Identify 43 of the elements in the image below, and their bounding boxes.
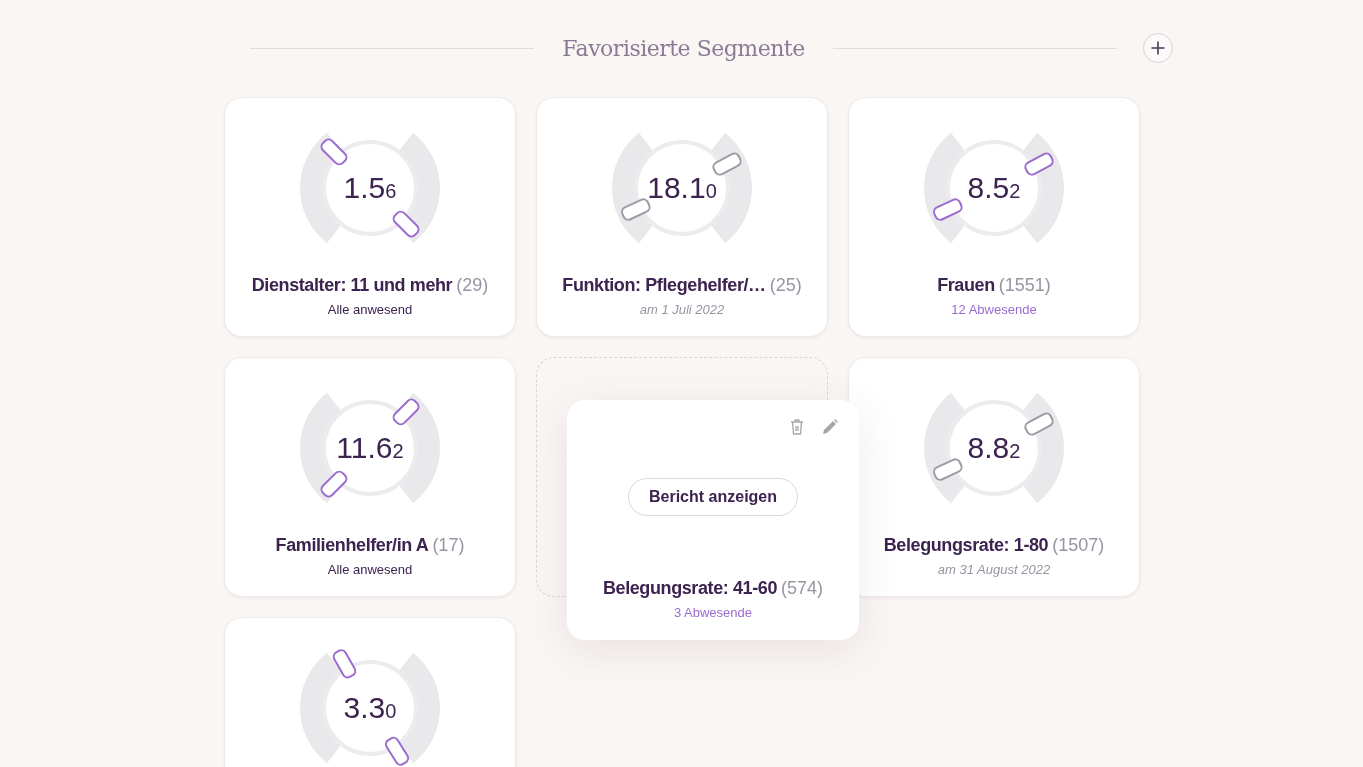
report-button[interactable]: Bericht anzeigen [628,478,798,516]
segment-status: am 1 Juli 2022 [639,302,725,317]
segment-status: 12 Abwesende [951,302,1037,317]
segment-count: (574) [781,578,824,598]
segment-card[interactable]: 8.82 Belegungsrate: 1-80 (1507) am 31 August 2022 [848,357,1140,597]
score-value: 18.10 [647,171,717,205]
gauge-marker[interactable] [931,456,965,483]
score-value: 1.56 [343,171,397,205]
score-value: 11.62 [336,431,404,465]
segment-count: (1551) [998,275,1051,295]
segment-title: Frauen [937,275,995,295]
segment-status: Alle anwesend [327,562,413,577]
segment-card[interactable]: 18.10 Funktion: Pflegehelfer/… (25) am 1 Juli 2022 [536,97,828,337]
segment-title: Dienstalter: 11 und mehr [251,275,453,295]
segment-title: Funktion: Pflegehelfer/… [562,275,766,295]
segment-card[interactable]: Bericht anzeigen Belegungsrate: 41-60 (574) 3 Abwesende [567,400,859,640]
segment-status: 3 Abwesende [673,605,753,620]
score-value: 3.30 [343,691,397,725]
score-value: 8.82 [967,431,1021,465]
segment-status: am 31 August 2022 [937,562,1051,577]
segment-count: (25) [769,275,802,295]
add-button[interactable] [1143,33,1173,63]
segment-title: Belegungsrate: 41-60 [602,578,777,598]
segment-card[interactable]: 1.56 Dienstalter: 11 und mehr (29) Alle anwesend [224,97,516,337]
segment-card[interactable]: 11.62 Familienhelfer/in A (17) Alle anwesend [224,357,516,597]
gauge-marker[interactable] [931,196,965,223]
gauge-marker[interactable] [710,150,744,178]
segment-card[interactable]: 8.52 Frauen (1551) 12 Abwesende [848,97,1140,337]
segment-status: Alle anwesend [327,302,413,317]
plus-icon [1151,41,1165,55]
segment-card[interactable]: 3.30 [224,617,516,767]
segment-title: Belegungsrate: 1-80 [883,535,1049,555]
gauge-marker[interactable] [1022,150,1056,178]
gauge-marker[interactable] [1022,410,1056,438]
section-title: Favorisierte Segmente [562,35,805,61]
segment-count: (29) [456,275,489,295]
trash-icon[interactable] [789,418,805,436]
segment-count: (17) [432,535,465,555]
segment-count: (1507) [1052,535,1105,555]
segment-title: Familienhelfer/in A [275,535,429,555]
edit-icon[interactable] [821,418,839,436]
score-value: 8.52 [967,171,1021,205]
gauge-marker[interactable] [619,196,653,223]
